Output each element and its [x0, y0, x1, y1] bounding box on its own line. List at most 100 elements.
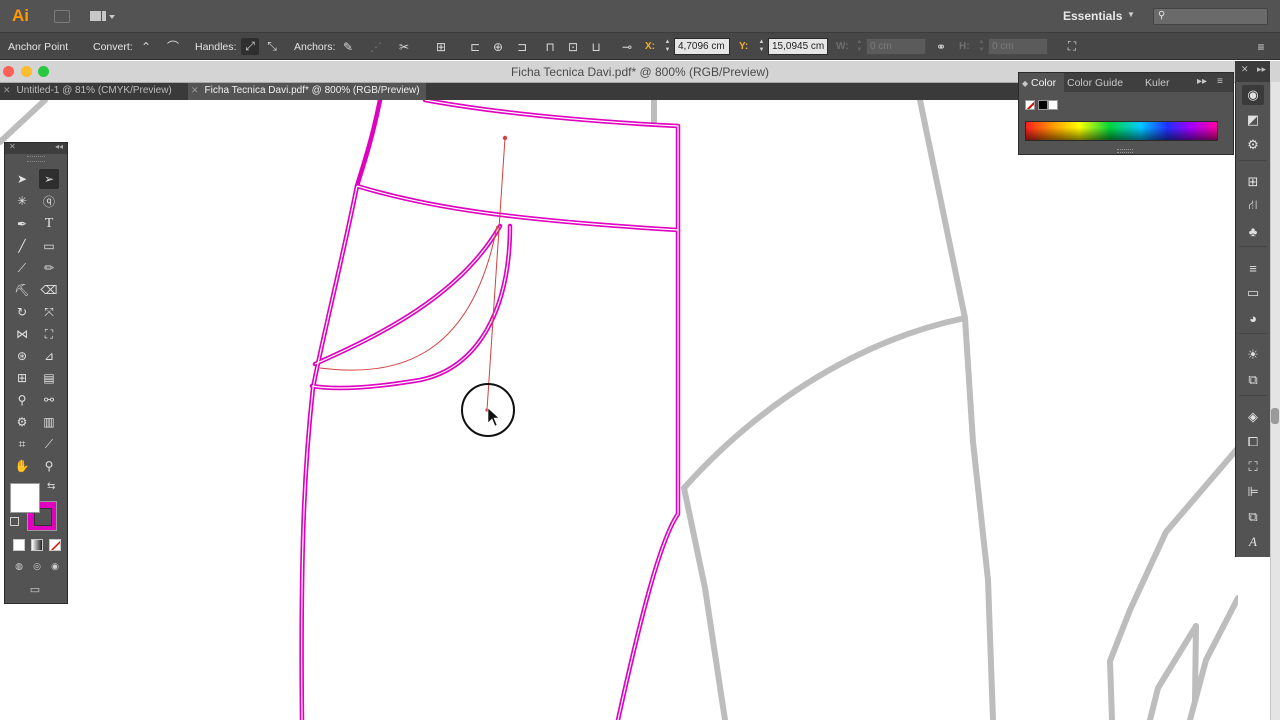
arrange-documents-icon[interactable]	[90, 9, 115, 23]
panel-menu-icon[interactable]: ≡	[1217, 76, 1223, 87]
artboards-icon[interactable]: ⧠	[1242, 432, 1264, 452]
height-input[interactable]	[988, 38, 1048, 55]
fill-color-swatch[interactable]	[10, 483, 40, 513]
symbol-sprayer-tool-icon[interactable]: ⚙	[12, 412, 32, 432]
document-tab[interactable]: ✕ Untitled-1 @ 81% (CMYK/Preview)	[0, 83, 188, 100]
hand-tool-icon[interactable]: ✋	[12, 456, 32, 476]
vertical-scrollbar[interactable]	[1270, 82, 1280, 720]
draw-normal-icon[interactable]: ◍	[12, 561, 26, 573]
eyedropper-tool-icon[interactable]: ⚲	[12, 390, 32, 410]
show-handles-icon[interactable]: ⤢	[241, 38, 259, 55]
bridge-icon[interactable]	[54, 10, 70, 23]
screen-mode-icon[interactable]: ▭	[25, 583, 45, 597]
none-swatch[interactable]	[1025, 100, 1035, 110]
eraser-tool-icon[interactable]: ⌫	[39, 280, 59, 300]
x-coordinate-input[interactable]	[674, 38, 730, 55]
character-icon[interactable]: A	[1242, 532, 1264, 552]
chevron-down-icon[interactable]: ▼	[1127, 10, 1135, 19]
type-tool-icon[interactable]: T	[39, 214, 59, 234]
w-stepper[interactable]: ▲ ▼	[855, 38, 864, 55]
align-center-icon[interactable]: ⊕	[489, 38, 507, 55]
magic-wand-tool-icon[interactable]: ✳	[12, 191, 32, 211]
line-tool-icon[interactable]: ╱	[12, 236, 32, 256]
pen-tool-icon[interactable]: ✒	[12, 214, 32, 234]
gradient-tool-icon[interactable]: ▤	[39, 368, 59, 388]
direct-selection-tool-icon[interactable]: ➢	[39, 169, 59, 189]
perspective-grid-tool-icon[interactable]: ⊿	[39, 346, 59, 366]
tab-color-guide[interactable]: Color Guide	[1067, 77, 1123, 89]
default-fill-stroke-icon[interactable]	[10, 517, 19, 526]
h-stepper[interactable]: ▲ ▼	[977, 38, 986, 55]
blob-brush-tool-icon[interactable]: ⛏	[12, 280, 32, 300]
x-stepper[interactable]: ▲ ▼	[663, 38, 672, 55]
collapse-dock-icon[interactable]: ▸▸	[1257, 64, 1266, 75]
color-panel-icon[interactable]: ◉	[1242, 85, 1264, 105]
constrain-proportions-icon[interactable]: ⚭	[932, 38, 950, 55]
selection-tool-icon[interactable]: ➤	[12, 169, 32, 189]
width-input[interactable]	[866, 38, 926, 55]
color-mode-icon[interactable]	[13, 539, 25, 551]
panel-grip[interactable]	[27, 156, 45, 162]
workspace-switcher[interactable]: Essentials	[1063, 9, 1122, 23]
white-swatch[interactable]	[1048, 100, 1058, 110]
hide-handles-icon[interactable]: ⤡	[263, 38, 281, 55]
width-tool-icon[interactable]: ⋈	[12, 324, 32, 344]
align-left-icon[interactable]: ⊏	[466, 38, 484, 55]
swap-fill-stroke-icon[interactable]: ⇆	[47, 481, 55, 492]
swatches-icon[interactable]: ⊞	[1242, 172, 1264, 192]
close-tab-icon[interactable]: ✕	[3, 85, 11, 95]
rectangle-tool-icon[interactable]: ▭	[39, 236, 59, 256]
close-tab-icon[interactable]: ✕	[191, 85, 199, 95]
lasso-tool-icon[interactable]: ⓠ	[39, 191, 59, 211]
panel-menu-icon[interactable]: ≡	[1252, 38, 1270, 55]
column-graph-tool-icon[interactable]: ▥	[39, 412, 59, 432]
collapse-panel-icon[interactable]: ▸▸	[1197, 76, 1207, 87]
color-spectrum-bar[interactable]	[1025, 121, 1218, 141]
appearance-icon[interactable]: ☀	[1242, 345, 1264, 365]
artboard-tool-icon[interactable]: ⌗	[12, 434, 32, 454]
shape-builder-tool-icon[interactable]: ⊛	[12, 346, 32, 366]
help-search-input[interactable]: ⚲	[1153, 8, 1268, 25]
tab-kuler[interactable]: Kuler	[1145, 77, 1170, 89]
brushes-icon[interactable]: ⛙	[1242, 196, 1264, 216]
close-panel-icon[interactable]: ✕	[9, 142, 16, 151]
isolate-icon[interactable]: ⊞	[432, 38, 450, 55]
free-transform-tool-icon[interactable]: ⛶	[39, 324, 59, 344]
gradient-mode-icon[interactable]	[31, 539, 43, 551]
blend-tool-icon[interactable]: ⚯	[39, 390, 59, 410]
connect-anchors-icon[interactable]: ⋰	[367, 38, 385, 55]
align-middle-icon[interactable]: ⊡	[564, 38, 582, 55]
remove-anchor-icon[interactable]: ✎	[339, 38, 357, 55]
document-tab-active[interactable]: ✕ Ficha Tecnica Davi.pdf* @ 800% (RGB/Pre…	[188, 83, 426, 100]
y-coordinate-input[interactable]	[768, 38, 828, 55]
paintbrush-tool-icon[interactable]: ⟋	[12, 258, 32, 278]
transform-icon[interactable]: ⛶	[1242, 457, 1264, 477]
align-bottom-icon[interactable]: ⊔	[587, 38, 605, 55]
color-guide-icon[interactable]: ◩	[1242, 110, 1264, 130]
symbols-icon[interactable]: ♣	[1242, 221, 1264, 241]
collapse-panel-icon[interactable]: ◂◂	[55, 142, 63, 151]
draw-behind-icon[interactable]: ◎	[30, 561, 44, 573]
convert-to-corner-icon[interactable]: ⌃	[137, 38, 155, 55]
align-right-icon[interactable]: ⊐	[513, 38, 531, 55]
gradient-icon[interactable]: ▭	[1242, 283, 1264, 303]
transform-icon[interactable]: ⛶	[1063, 38, 1081, 55]
pencil-tool-icon[interactable]: ✏	[39, 258, 59, 278]
pathfinder-icon[interactable]: ⧉	[1242, 507, 1264, 527]
kuler-icon[interactable]: ⚙	[1242, 135, 1264, 155]
stroke-icon[interactable]: ≡	[1242, 258, 1264, 278]
transparency-icon[interactable]: ◕	[1242, 308, 1264, 328]
artboard-canvas[interactable]	[0, 100, 1238, 720]
zoom-tool-icon[interactable]: ⚲	[39, 456, 59, 476]
close-dock-icon[interactable]: ✕	[1241, 64, 1249, 75]
scrollbar-thumb[interactable]	[1271, 408, 1279, 424]
draw-inside-icon[interactable]: ◉	[48, 561, 62, 573]
cut-path-icon[interactable]: ✂	[395, 38, 413, 55]
layers-icon[interactable]: ◈	[1242, 407, 1264, 427]
tools-panel-header[interactable]: ✕ ◂◂	[5, 142, 67, 154]
graphic-styles-icon[interactable]: ⧉	[1242, 370, 1264, 390]
black-swatch[interactable]	[1038, 100, 1048, 110]
align-top-icon[interactable]: ⊓	[541, 38, 559, 55]
convert-to-smooth-icon[interactable]: ⌒	[164, 38, 182, 55]
reference-point-icon[interactable]: ⊸	[618, 38, 636, 55]
